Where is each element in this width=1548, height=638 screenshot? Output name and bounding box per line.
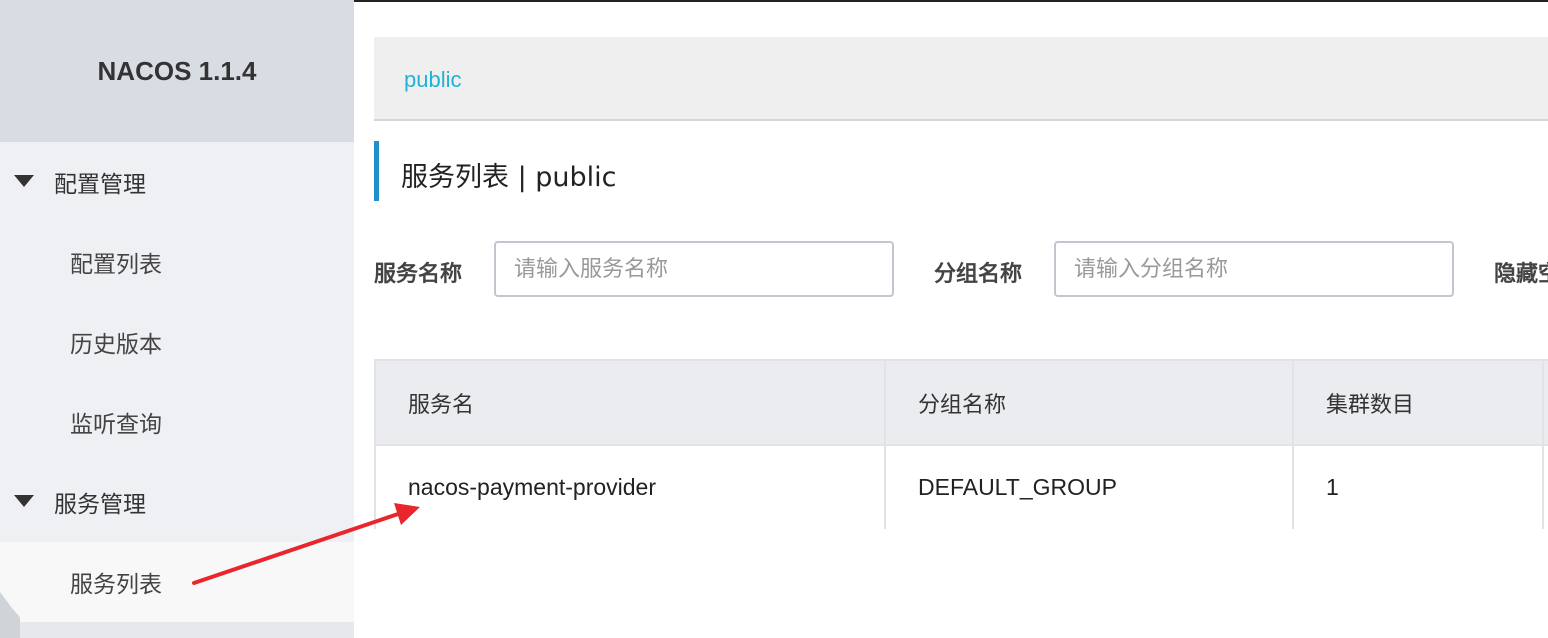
caret-down-icon	[14, 175, 34, 187]
column-divider	[1542, 361, 1544, 444]
sidebar-item-label: 服务列表	[70, 572, 162, 598]
sidebar-footer-strip	[0, 622, 354, 638]
page-title-block: 服务列表 | public	[374, 141, 974, 201]
sidebar-item-label: 配置列表	[70, 252, 162, 278]
table-header: 服务名 分组名称 集群数目	[376, 361, 1548, 446]
sidebar-item-label: 监听查询	[70, 412, 162, 438]
sidebar: NACOS 1.1.4 配置管理 配置列表 历史版本 监听查询 服务管理 服务列…	[0, 0, 354, 638]
sidebar-group-label: 服务管理	[54, 492, 146, 518]
sidebar-group-label: 配置管理	[54, 172, 146, 198]
brand-header: NACOS 1.1.4	[0, 0, 354, 142]
group-name-label: 分组名称	[934, 262, 1023, 287]
sidebar-item-label: 历史版本	[70, 332, 162, 358]
column-header-service-name: 服务名	[408, 392, 475, 418]
column-header-cluster-count: 集群数目	[1326, 392, 1415, 418]
cell-group-name: DEFAULT_GROUP	[918, 474, 1117, 500]
brand-title: NACOS 1.1.4	[97, 55, 257, 86]
page-title: 服务列表 | public	[401, 162, 617, 193]
cell-service-name: nacos-payment-provider	[408, 474, 657, 500]
service-name-label: 服务名称	[374, 262, 463, 287]
group-name-input[interactable]	[1054, 241, 1454, 297]
service-table: 服务名 分组名称 集群数目 nacos-payment-provider DEF…	[374, 359, 1548, 529]
sidebar-item-config-list[interactable]: 配置列表	[0, 222, 354, 302]
sidebar-group-config[interactable]: 配置管理	[0, 142, 354, 222]
caret-down-icon	[14, 495, 34, 507]
sidebar-item-history[interactable]: 历史版本	[0, 302, 354, 382]
namespace-bar: public	[374, 37, 1548, 121]
sidebar-item-service-list[interactable]: 服务列表	[0, 542, 354, 622]
sidebar-group-service[interactable]: 服务管理	[0, 462, 354, 542]
service-name-input[interactable]	[494, 241, 894, 297]
namespace-link-public[interactable]: public	[404, 67, 461, 93]
sidebar-item-listener-query[interactable]: 监听查询	[0, 382, 354, 462]
table-row[interactable]: nacos-payment-provider DEFAULT_GROUP 1	[376, 446, 1548, 529]
cell-cluster-count: 1	[1326, 474, 1339, 500]
column-header-group-name: 分组名称	[918, 392, 1007, 418]
column-divider	[1542, 446, 1544, 529]
top-border	[354, 0, 1548, 2]
hide-empty-label: 隐藏空	[1494, 262, 1548, 287]
